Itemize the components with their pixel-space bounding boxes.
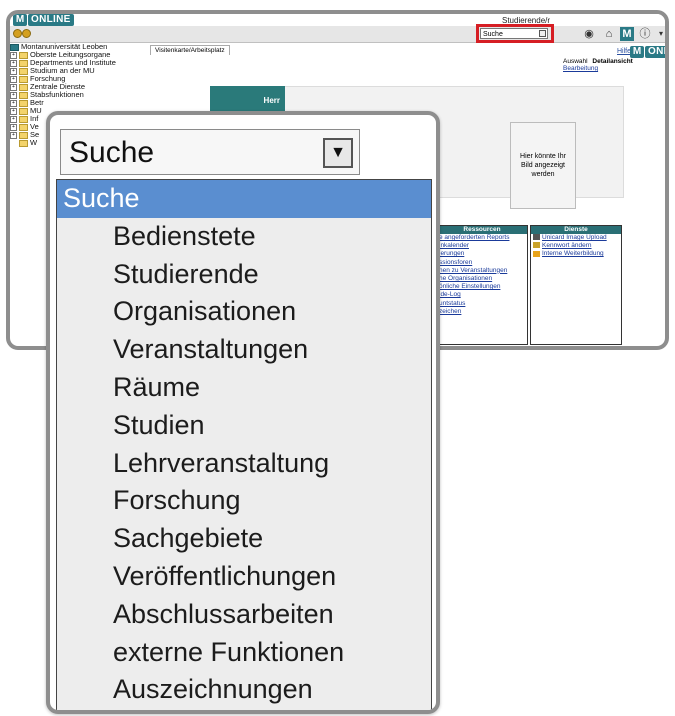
- folder-icon: [19, 51, 28, 59]
- dropdown-option-bedienstete[interactable]: Bedienstete: [57, 218, 431, 256]
- highlight-box: [476, 24, 554, 43]
- dienste-link-label: Kennwort ändern: [542, 242, 592, 250]
- expand-icon[interactable]: +: [10, 115, 17, 123]
- folder-icon: [19, 75, 28, 83]
- dropdown-option-lehrveranstaltung[interactable]: Lehrveranstaltung: [57, 445, 431, 483]
- expand-icon[interactable]: +: [10, 83, 17, 91]
- dropdown-option-auszeichnungen[interactable]: Auszeichnungen: [57, 671, 431, 709]
- dropdown-option-veroeffentlichungen[interactable]: Veröffentlichungen: [57, 558, 431, 596]
- dienste-link-label: Unicard Image Upload: [542, 234, 607, 241]
- dropdown-option-raeume[interactable]: Räume: [57, 369, 431, 407]
- camera-icon: [533, 234, 540, 241]
- tab-auswahl[interactable]: Auswahl: [563, 58, 588, 65]
- dienste-link-password[interactable]: Kennwort ändern: [531, 242, 621, 250]
- photo-placeholder: Hier könnte Ihr Bild angezeigt werden: [510, 122, 576, 209]
- folder-icon: [19, 131, 28, 139]
- logo-letter: M: [13, 14, 27, 26]
- dropdown-option-externe-funktionen[interactable]: externe Funktionen: [57, 634, 431, 672]
- photo-placeholder-text: Hier könnte Ihr Bild angezeigt werden: [520, 153, 566, 178]
- dropdown-option-studierende[interactable]: Studierende: [57, 256, 431, 294]
- toolbar: [10, 26, 665, 43]
- zoom-callout: Suche ▼ Suche Bedienstete Studierende Or…: [46, 111, 440, 714]
- folder-icon: [19, 59, 28, 67]
- logo-text: ONLINE: [645, 46, 665, 58]
- expand-icon[interactable]: +: [10, 75, 17, 83]
- search-select[interactable]: Suche ▼: [60, 129, 360, 175]
- expand-icon[interactable]: +: [10, 123, 17, 131]
- expand-icon[interactable]: +: [10, 67, 17, 75]
- ressourcen-link[interactable]: he Organisationen: [437, 275, 527, 283]
- expand-icon[interactable]: +: [10, 91, 17, 99]
- dropdown-option-forschung[interactable]: Forschung: [57, 482, 431, 520]
- expand-icon[interactable]: +: [10, 99, 17, 107]
- dropdown-option-studien[interactable]: Studien: [57, 407, 431, 445]
- help-link[interactable]: Hilfe: [617, 48, 631, 55]
- arrow-right-icon: [533, 250, 540, 257]
- dropdown-option-veranstaltungen[interactable]: Veranstaltungen: [57, 331, 431, 369]
- folder-icon: [19, 91, 28, 99]
- info-icon[interactable]: ⓘ: [638, 27, 652, 41]
- dropdown-option-abschlussarbeiten[interactable]: Abschlussarbeiten: [57, 596, 431, 634]
- ressourcen-link[interactable]: ierungen: [437, 250, 527, 258]
- folder-icon: [19, 107, 28, 115]
- ressourcen-box: Ressourcen e angeforderten Reports inkal…: [436, 225, 528, 345]
- ressourcen-link[interactable]: ssionsforen: [437, 259, 527, 267]
- folder-icon: [19, 115, 28, 123]
- ressourcen-link[interactable]: önliche Einstellungen: [437, 283, 527, 291]
- online-logo: MONLINE: [630, 46, 665, 58]
- search-dropdown-list: Suche Bedienstete Studierende Organisati…: [56, 179, 432, 710]
- folder-icon: [19, 139, 28, 147]
- dienste-box: Dienste Unicard Image Upload Kennwort än…: [530, 225, 622, 345]
- logo-letter: M: [630, 46, 644, 58]
- home-icon[interactable]: ⌂: [602, 27, 616, 41]
- dropdown-option-suche[interactable]: Suche: [57, 180, 431, 218]
- online-logo-icon[interactable]: M: [620, 27, 634, 41]
- dienste-link-label: Interne Weiterbildung: [542, 250, 604, 258]
- key-icon: [533, 242, 540, 249]
- expand-icon[interactable]: +: [10, 51, 17, 59]
- expand-icon[interactable]: +: [10, 131, 17, 139]
- tab-visitenkarte[interactable]: Visitenkarte/Arbeitsplatz: [150, 45, 230, 55]
- expand-icon[interactable]: +: [10, 107, 17, 115]
- tree-item-label: W: [30, 138, 38, 147]
- folder-icon: [19, 67, 28, 75]
- dienste-link-weiterbildung[interactable]: Interne Weiterbildung: [531, 250, 621, 258]
- app-logo[interactable]: M ONLINE: [13, 14, 74, 26]
- chevron-down-icon[interactable]: ▼: [323, 138, 353, 168]
- dropdown-option-sachgebiete[interactable]: Sachgebiete: [57, 520, 431, 558]
- folder-icon: [19, 83, 28, 91]
- dienste-title: Dienste: [531, 226, 621, 234]
- tab-bearbeitung[interactable]: Bearbeitung: [563, 65, 598, 72]
- ressourcen-title: Ressourcen: [437, 226, 527, 234]
- search-select-value: Suche: [69, 136, 155, 169]
- dropdown-option-organisationen[interactable]: Organisationen: [57, 293, 431, 331]
- view-tabs: Auswahl Detailansicht Bearbeitung: [560, 58, 665, 72]
- folder-icon: [19, 99, 28, 107]
- logo-text: ONLINE: [28, 14, 74, 26]
- ressourcen-link[interactable]: untstatus: [437, 300, 527, 308]
- university-icon: [10, 43, 19, 51]
- expand-icon[interactable]: +: [10, 59, 17, 67]
- ressourcen-link[interactable]: e angeforderten Reports: [437, 234, 527, 242]
- ressourcen-link[interactable]: inkalender: [437, 242, 527, 250]
- dienste-link-unicard[interactable]: Unicard Image Upload: [531, 234, 621, 242]
- ressourcen-link[interactable]: nen zu Veranstaltungen: [437, 267, 527, 275]
- nav-back-icon[interactable]: [13, 29, 22, 38]
- collapse-icon[interactable]: ▾: [654, 27, 665, 41]
- tab-detailansicht[interactable]: Detailansicht: [592, 58, 632, 65]
- ressourcen-link[interactable]: zeichen: [437, 308, 527, 316]
- folder-icon: [19, 123, 28, 131]
- pin-icon[interactable]: ◉: [582, 27, 596, 41]
- nav-forward-icon[interactable]: [22, 29, 31, 38]
- ressourcen-link[interactable]: ide-Log: [437, 291, 527, 299]
